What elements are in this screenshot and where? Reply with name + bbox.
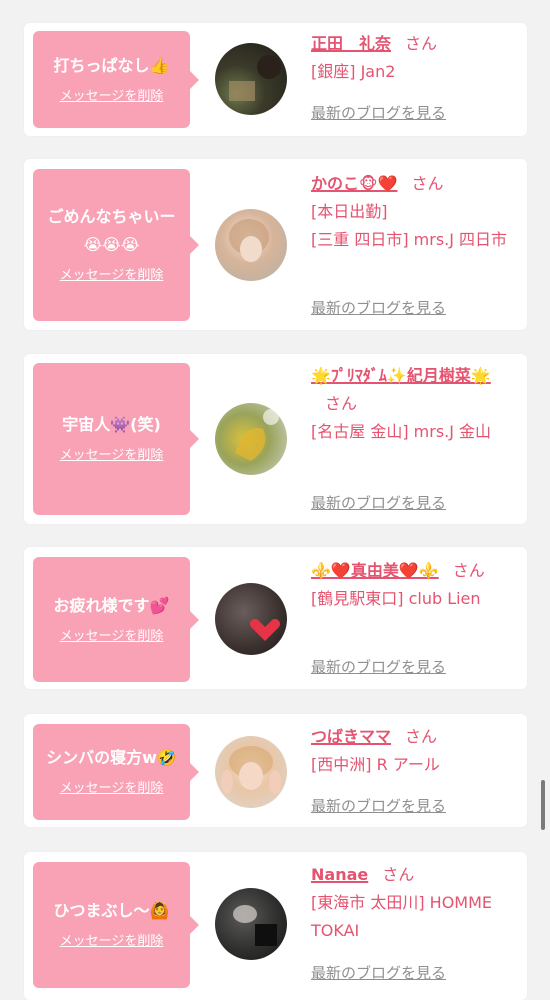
message-text: ごめんなちゃいー😭😭😭 (47, 207, 176, 254)
message-bubble: 打ちっぱなし👍 メッセージを削除 (33, 31, 199, 128)
message-bubble: ひつまぶし〜🙆 メッセージを削除 (33, 862, 199, 988)
message-list: 打ちっぱなし👍 メッセージを削除 正田 礼奈 さん [銀座] Jan2 最新のブロ… (0, 0, 550, 1000)
latest-blog-link[interactable]: 最新のブログを見る (311, 492, 446, 513)
latest-blog-link[interactable]: 最新のブログを見る (311, 962, 446, 983)
member-info: 🌟ﾌﾟﾘﾏﾀﾞﾑ✨紀月樹菜🌟 さん [名古屋 金山] mrs.J 金山 (311, 362, 516, 446)
message-text: 宇宙人👾(笑) (62, 415, 161, 434)
member-name-link[interactable]: 🌟ﾌﾟﾘﾏﾀﾞﾑ✨紀月樹菜🌟 (311, 366, 491, 385)
latest-blog-link[interactable]: 最新のブログを見る (311, 102, 446, 123)
list-item: ごめんなちゃいー😭😭😭 メッセージを削除 かのこ🐵❤️ さん [本日出勤] [三重… (24, 159, 527, 330)
delete-message-link[interactable]: メッセージを削除 (60, 86, 164, 108)
member-details: [銀座] Jan2 (311, 62, 396, 81)
message-bubble: ごめんなちゃいー😭😭😭 メッセージを削除 (33, 169, 199, 321)
member-info: Nanae さん [東海市 太田川] HOMME TOKAI (311, 861, 516, 945)
honorific: さん (452, 561, 485, 580)
member-name-link[interactable]: Nanae (311, 865, 368, 884)
member-details: [本日出勤] [三重 四日市] mrs.J 四日市 (311, 202, 508, 249)
honorific: さん (405, 727, 438, 746)
message-text: 打ちっぱなし👍 (53, 55, 170, 75)
member-info: ⚜️❤️真由美❤️⚜️ さん [鶴見駅東口] club Lien (311, 557, 516, 613)
list-item: お疲れ様です💕 メッセージを削除 ⚜️❤️真由美❤️⚜️ さん [鶴見駅東口] c… (24, 547, 527, 689)
list-item: シンバの寝方w🤣 メッセージを削除 つばきママ さん [西中洲] R アール 最新… (24, 714, 527, 827)
member-info: かのこ🐵❤️ さん [本日出勤] [三重 四日市] mrs.J 四日市 (311, 170, 516, 254)
avatar[interactable] (215, 403, 287, 475)
avatar[interactable] (215, 736, 287, 808)
avatar-image (235, 409, 279, 461)
member-name-link[interactable]: ⚜️❤️真由美❤️⚜️ (311, 561, 439, 580)
avatar-image (229, 219, 269, 262)
delete-message-link[interactable]: メッセージを削除 (60, 445, 164, 467)
message-bubble: お疲れ様です💕 メッセージを削除 (33, 557, 199, 682)
delete-message-link[interactable]: メッセージを削除 (60, 626, 164, 648)
delete-message-link[interactable]: メッセージを削除 (60, 778, 164, 800)
delete-message-link[interactable]: メッセージを削除 (60, 265, 164, 287)
avatar[interactable] (215, 888, 287, 960)
avatar-image (221, 746, 281, 794)
list-item: 宇宙人👾(笑) メッセージを削除 🌟ﾌﾟﾘﾏﾀﾞﾑ✨紀月樹菜🌟 さん [名古屋 金… (24, 354, 527, 524)
latest-blog-link[interactable]: 最新のブログを見る (311, 656, 446, 677)
member-info: 正田 礼奈 さん [銀座] Jan2 (311, 30, 516, 86)
latest-blog-link[interactable]: 最新のブログを見る (311, 297, 446, 318)
member-details: [鶴見駅東口] club Lien (311, 589, 481, 608)
honorific: さん (325, 394, 358, 413)
message-text: ひつまぶし〜🙆 (53, 901, 170, 920)
avatar[interactable] (215, 583, 287, 655)
member-name-link[interactable]: つばきママ (311, 727, 391, 746)
delete-message-link[interactable]: メッセージを削除 (60, 931, 164, 953)
member-details: [名古屋 金山] mrs.J 金山 (311, 422, 492, 441)
member-details: [東海市 太田川] HOMME TOKAI (311, 893, 493, 940)
list-item: ひつまぶし〜🙆 メッセージを削除 Nanae さん [東海市 太田川] HOMME… (24, 852, 527, 1000)
message-bubble: シンバの寝方w🤣 メッセージを削除 (33, 724, 199, 820)
scrollbar[interactable] (541, 780, 545, 830)
avatar[interactable] (215, 209, 287, 281)
member-info: つばきママ さん [西中洲] R アール (311, 723, 516, 779)
honorific: さん (382, 865, 415, 884)
member-name-link[interactable]: 正田 礼奈 (311, 34, 391, 53)
member-details: [西中洲] R アール (311, 755, 440, 774)
honorific: さん (411, 174, 444, 193)
avatar[interactable] (215, 43, 287, 115)
message-text: シンバの寝方w🤣 (46, 748, 177, 767)
honorific: さん (405, 34, 438, 53)
message-bubble: 宇宙人👾(笑) メッセージを削除 (33, 363, 199, 515)
avatar-image (250, 619, 280, 641)
member-name-link[interactable]: かのこ🐵❤️ (311, 174, 397, 193)
avatar-image (229, 55, 281, 101)
latest-blog-link[interactable]: 最新のブログを見る (311, 795, 446, 816)
message-text: お疲れ様です💕 (53, 595, 170, 615)
avatar-image (233, 905, 277, 946)
list-item: 打ちっぱなし👍 メッセージを削除 正田 礼奈 さん [銀座] Jan2 最新のブロ… (24, 23, 527, 136)
